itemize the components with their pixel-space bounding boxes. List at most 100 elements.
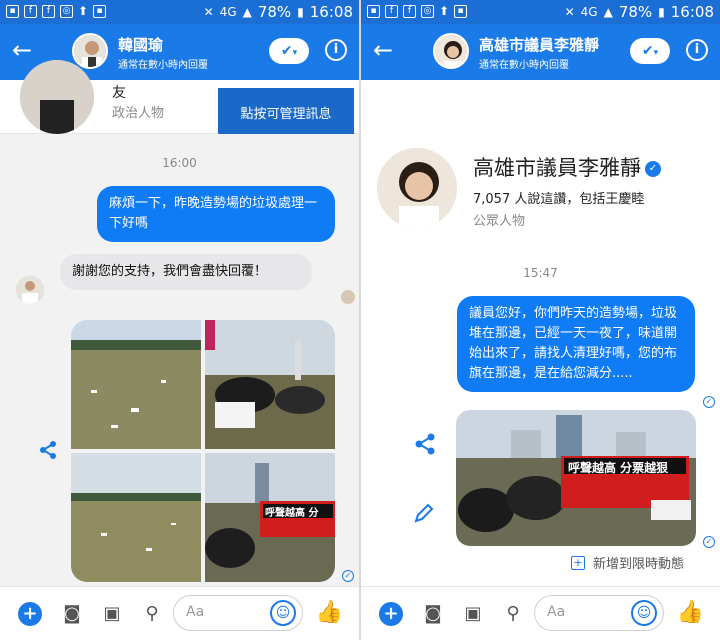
clock: 16:08 xyxy=(670,3,714,21)
image-icon[interactable]: ▣ xyxy=(461,602,485,626)
edit-icon-svg xyxy=(414,503,434,523)
camera-icon[interactable]: ◙ xyxy=(60,602,84,626)
add-to-story-button[interactable]: + 新增到限時動態 xyxy=(571,553,684,572)
composer-bar: + ◙ ▣ ⚲ Aa ☺ 👍 xyxy=(361,586,720,640)
status-bar: ▪ f f ◎ ⬆ ▪ ✕ 4G ▲ 78% ▮ 16:08 xyxy=(0,0,359,24)
photo-banner-garbage[interactable]: 呼聲越高 分票越狠 xyxy=(456,410,696,546)
incoming-message[interactable]: 謝謝您的支持，我們會盡快回覆！ xyxy=(60,254,312,290)
mic-icon[interactable]: ⚲ xyxy=(501,602,525,626)
profile-name: 高雄市議員李雅靜 ✓ xyxy=(473,152,661,182)
photo-grid[interactable]: 呼聲越高 分 xyxy=(71,320,335,582)
avatar[interactable] xyxy=(433,33,469,69)
message-input[interactable]: Aa ☺ xyxy=(534,595,664,631)
app-icon: ▪ xyxy=(367,4,380,18)
response-time: 通常在數小時內回覆 xyxy=(479,60,569,71)
camera-icon[interactable]: ◙ xyxy=(421,602,445,626)
message-input[interactable]: Aa ☺ xyxy=(173,595,303,631)
info-icon[interactable]: i xyxy=(686,39,708,61)
chat-icon: ◎ xyxy=(421,4,434,18)
battery-level: 78% xyxy=(618,3,653,21)
profile-picture xyxy=(20,60,94,134)
plus-square-icon: + xyxy=(571,555,585,570)
info-icon[interactable]: i xyxy=(325,39,347,61)
read-receipt-avatar xyxy=(341,290,355,304)
profile-picture xyxy=(377,148,457,228)
mute-icon: ✕ xyxy=(564,5,575,19)
avatar-image xyxy=(435,35,467,67)
chat-header: ← 高雄市議員李雅靜 通常在數小時內回覆 ✔▾ i xyxy=(361,24,720,80)
mute-icon: ✕ xyxy=(203,5,214,19)
facebook-icon: f xyxy=(385,4,398,18)
outgoing-message[interactable]: 麻煩一下，昨晚造勢場的垃圾處理一下好嗎 xyxy=(97,186,335,242)
app-icon: ▪ xyxy=(6,4,19,18)
emoji-icon[interactable]: ☺ xyxy=(631,600,657,626)
photo-garbage-bags[interactable] xyxy=(205,320,335,449)
back-arrow-icon[interactable]: ← xyxy=(12,38,32,62)
back-arrow-icon[interactable]: ← xyxy=(373,38,393,62)
share-icon-svg xyxy=(40,441,56,459)
seen-check-icon: ✓ xyxy=(703,396,715,408)
message-timestamp: 15:47 xyxy=(523,266,558,280)
response-time: 通常在數小時內回覆 xyxy=(118,60,208,71)
notification-icons: ▪ f f ◎ ⬆ ▪ xyxy=(367,4,468,18)
status-bar: ▪ f f ◎ ⬆ ▪ ✕ 4G ▲ 78% ▮ 16:08 xyxy=(361,0,720,24)
chat-icon: ◎ xyxy=(60,4,73,18)
page-title[interactable]: 韓國瑜 xyxy=(118,34,163,55)
add-to-story-label: 新增到限時動態 xyxy=(593,557,685,572)
signal-icon: ▲ xyxy=(603,5,613,19)
plus-icon[interactable]: + xyxy=(18,602,42,626)
photo-banner-garbage[interactable]: 呼聲越高 分 xyxy=(205,453,335,582)
page-title[interactable]: 高雄市議員李雅靜 xyxy=(479,34,599,55)
sender-avatar xyxy=(16,276,44,304)
facebook-icon: f xyxy=(24,4,37,18)
photo-image xyxy=(456,410,696,546)
battery-icon: ▮ xyxy=(658,5,665,19)
message-placeholder: Aa xyxy=(547,604,566,620)
facebook-icon: f xyxy=(42,4,55,18)
image-icon: ▪ xyxy=(454,4,468,18)
manage-messages-button[interactable]: ✔▾ xyxy=(630,38,670,64)
facebook-icon: f xyxy=(403,4,416,18)
photo-image xyxy=(71,453,201,582)
message-timestamp: 16:00 xyxy=(162,156,197,170)
photo-field-litter[interactable] xyxy=(71,320,201,449)
battery-icon: ▮ xyxy=(297,5,304,19)
emoji-icon[interactable]: ☺ xyxy=(270,600,296,626)
check-icon: ✔ xyxy=(641,43,654,59)
image-icon[interactable]: ▣ xyxy=(100,602,124,626)
clock: 16:08 xyxy=(309,3,353,21)
upload-icon: ⬆ xyxy=(78,4,89,18)
photo-image xyxy=(205,320,335,449)
share-icon[interactable] xyxy=(413,432,437,461)
banner-text: 呼聲越高 分 xyxy=(265,508,319,519)
verified-icon: ✓ xyxy=(645,161,661,177)
seen-check-icon: ✓ xyxy=(703,536,715,548)
avatar[interactable] xyxy=(72,33,108,69)
avatar-image xyxy=(74,35,106,67)
share-icon[interactable] xyxy=(38,440,58,465)
upload-icon: ⬆ xyxy=(439,4,450,18)
battery-level: 78% xyxy=(257,3,292,21)
tooltip: 點按可管理訊息 xyxy=(218,88,354,136)
profile-image xyxy=(20,60,94,134)
profile-category: 政治人物 xyxy=(112,106,165,121)
signal-icon: ▲ xyxy=(242,5,252,19)
profile-image xyxy=(377,148,457,228)
banner-text: 呼聲越高 分票越狠 xyxy=(568,461,669,475)
share-icon-svg xyxy=(415,433,435,455)
outgoing-message[interactable]: 議員您好，你們昨天的造勢場，垃圾堆在那邊，已經一天一夜了，味道開始出來了，請找人… xyxy=(457,296,695,392)
profile-name: 友 xyxy=(112,85,126,101)
mic-icon[interactable]: ⚲ xyxy=(140,602,164,626)
right-screenshot: ▪ f f ◎ ⬆ ▪ ✕ 4G ▲ 78% ▮ 16:08 ← 高雄市議員李雅… xyxy=(361,0,720,640)
thumbs-up-icon[interactable]: 👍 xyxy=(677,600,704,625)
thumbs-up-icon[interactable]: 👍 xyxy=(316,600,343,625)
photo-empty-field[interactable] xyxy=(71,453,201,582)
chevron-down-icon: ▾ xyxy=(653,48,659,58)
network-label: 4G xyxy=(219,5,237,19)
manage-messages-button[interactable]: ✔▾ xyxy=(269,38,309,64)
chevron-down-icon: ▾ xyxy=(292,48,298,58)
plus-icon[interactable]: + xyxy=(379,602,403,626)
edit-icon[interactable] xyxy=(413,502,435,529)
sender-avatar-image xyxy=(16,276,44,304)
photo-image xyxy=(71,320,201,449)
